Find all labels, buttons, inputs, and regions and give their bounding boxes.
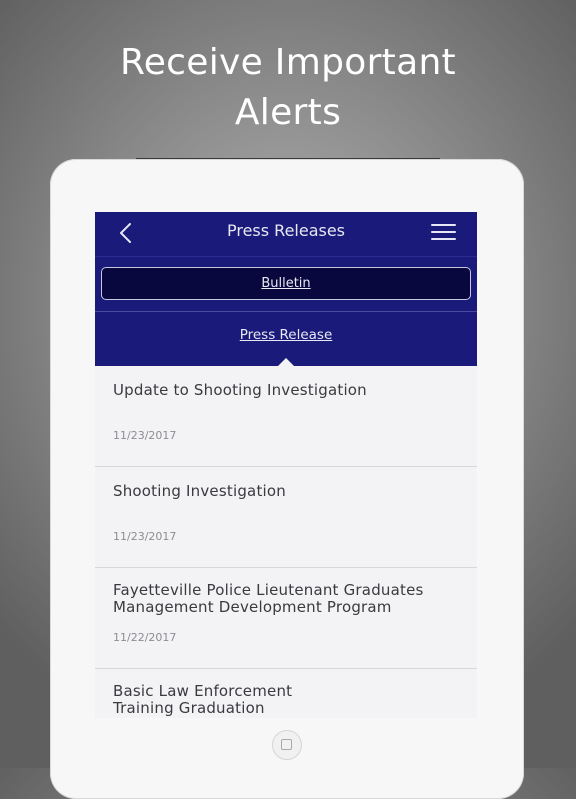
item-date: 11/23/2017 <box>113 429 177 442</box>
item-title: Fayetteville Police Lieutenant Graduates… <box>113 582 463 616</box>
press-release-list: Update to Shooting Investigation 11/23/2… <box>95 366 477 718</box>
list-item[interactable]: Update to Shooting Investigation 11/23/2… <box>95 366 477 467</box>
item-date: 11/23/2017 <box>113 530 177 543</box>
tab-press-release-label: Press Release <box>239 327 333 343</box>
item-title-line: Shooting Investigation <box>113 482 286 500</box>
list-item[interactable]: Fayetteville Police Lieutenant Graduates… <box>95 568 477 669</box>
selected-tab-indicator <box>278 358 294 366</box>
home-button-icon <box>281 739 292 750</box>
hamburger-menu-icon[interactable] <box>431 222 457 242</box>
tab-divider <box>95 311 477 312</box>
list-item[interactable]: Basic Law Enforcement Training Graduatio… <box>95 669 477 718</box>
tab-bulletin[interactable]: Bulletin <box>101 267 471 300</box>
item-title: Basic Law Enforcement Training Graduatio… <box>113 683 463 717</box>
app-screen: Press Releases Bulletin Press Release Up… <box>95 212 477 718</box>
tab-press-release[interactable]: Press Release <box>95 313 477 357</box>
item-title-line: Management Development Program <box>113 598 392 616</box>
item-title-line: Fayetteville Police Lieutenant Graduates <box>113 581 424 599</box>
promo-headline: Receive Important Alerts <box>0 38 576 138</box>
item-title: Update to Shooting Investigation <box>113 382 463 399</box>
page-title: Press Releases <box>226 221 346 240</box>
item-title-line: Basic Law Enforcement <box>113 682 293 700</box>
navigation-bar: Press Releases <box>95 212 477 257</box>
promo-headline-line-2: Alerts <box>234 92 342 133</box>
tab-bar: Bulletin Press Release <box>95 257 477 366</box>
promo-headline-line-1: Receive Important <box>120 42 456 83</box>
item-date: 11/22/2017 <box>113 631 177 644</box>
tab-bulletin-label: Bulletin <box>261 276 311 291</box>
item-title: Shooting Investigation <box>113 483 463 500</box>
item-title-line: Update to Shooting Investigation <box>113 381 367 399</box>
list-item[interactable]: Shooting Investigation 11/23/2017 <box>95 467 477 568</box>
item-title-line: Training Graduation <box>113 699 265 717</box>
